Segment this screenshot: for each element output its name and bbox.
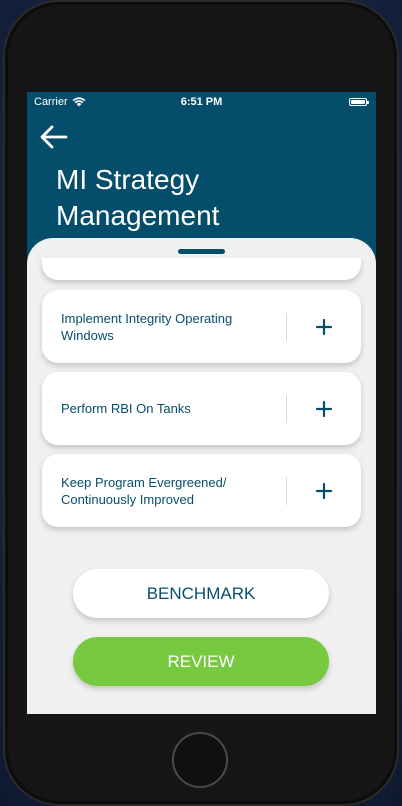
task-card-label: Perform RBI On Tanks [61,401,191,416]
task-card-partial [42,258,361,280]
task-card: Keep Program Evergreened/ Continuously I… [42,454,361,527]
back-arrow-icon[interactable] [39,124,69,150]
sheet-drag-handle[interactable] [178,249,225,254]
card-divider [286,395,287,423]
page-title-line-1: MI Strategy [56,164,200,195]
app-screen: Carrier 6:51 PM MI Strategy Management I… [27,92,376,714]
card-divider [286,477,287,505]
page-title: MI Strategy Management [56,162,356,234]
review-button[interactable]: REVIEW [73,637,329,686]
page-title-line-2: Management [56,200,220,231]
card-divider [286,313,287,341]
task-card-label: Keep Program Evergreened/ Continuously I… [61,474,227,507]
status-time: 6:51 PM [180,96,223,108]
status-bar: Carrier 6:51 PM [27,92,376,112]
home-button[interactable] [172,732,228,788]
benchmark-button[interactable]: BENCHMARK [73,569,329,618]
plus-icon[interactable] [310,313,338,341]
plus-icon[interactable] [310,477,338,505]
task-card-label: Implement Integrity Operating Windows [61,310,233,343]
bottom-sheet: Implement Integrity Operating Windows Pe… [27,238,376,714]
plus-icon[interactable] [310,395,338,423]
battery-icon [349,98,369,106]
task-card: Perform RBI On Tanks [42,372,361,445]
task-card: Implement Integrity Operating Windows [42,290,361,363]
